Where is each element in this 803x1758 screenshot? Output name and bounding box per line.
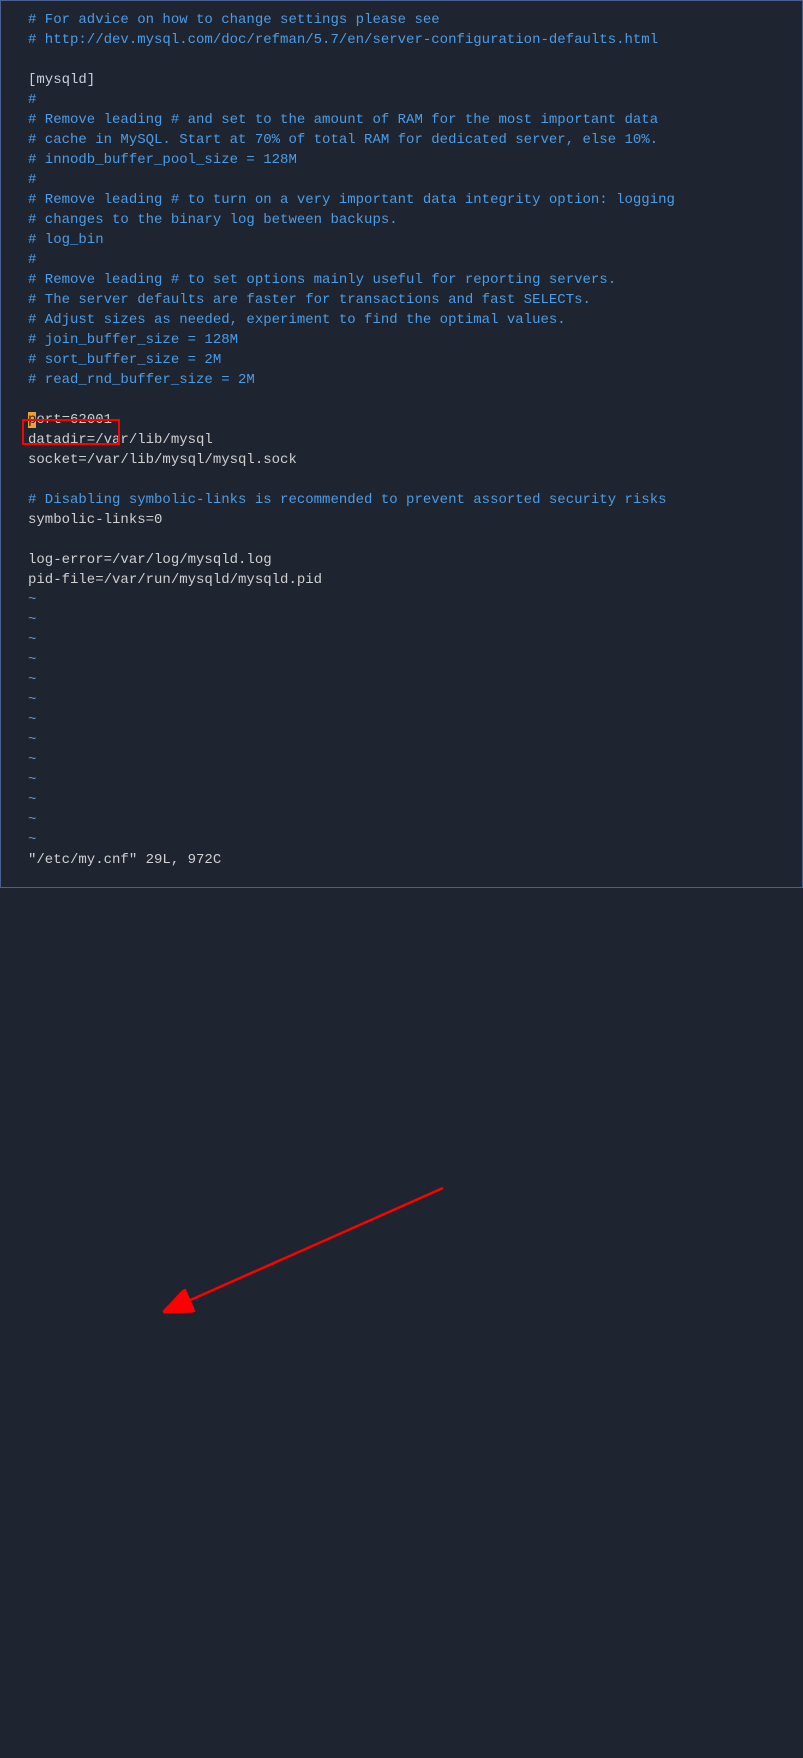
vim-tilde: ~	[28, 812, 36, 828]
vim-tilde: ~	[28, 592, 36, 608]
editor-line[interactable]	[28, 390, 803, 410]
editor-line[interactable]: ~	[28, 730, 803, 750]
editor-line[interactable]: ~	[28, 750, 803, 770]
editor-line[interactable]: pid-file=/var/run/mysqld/mysqld.pid	[28, 570, 803, 590]
editor-viewport[interactable]: # For advice on how to change settings p…	[28, 10, 803, 870]
editor-text: [mysqld]	[28, 72, 95, 88]
vim-tilde: ~	[28, 612, 36, 628]
editor-line[interactable]: ~	[28, 630, 803, 650]
editor-line[interactable]: ~	[28, 690, 803, 710]
editor-line[interactable]: symbolic-links=0	[28, 510, 803, 530]
vim-tilde: ~	[28, 712, 36, 728]
editor-line[interactable]: #	[28, 90, 803, 110]
editor-text: ort=62001	[36, 412, 112, 428]
editor-line[interactable]: # The server defaults are faster for tra…	[28, 290, 803, 310]
vim-tilde: ~	[28, 632, 36, 648]
editor-line[interactable]: # sort_buffer_size = 2M	[28, 350, 803, 370]
editor-line[interactable]: ~	[28, 590, 803, 610]
vim-tilde: ~	[28, 832, 36, 848]
editor-text: # Remove leading # and set to the amount…	[28, 112, 658, 128]
editor-line[interactable]	[28, 470, 803, 490]
vim-tilde: ~	[28, 672, 36, 688]
editor-line[interactable]: # innodb_buffer_pool_size = 128M	[28, 150, 803, 170]
editor-line[interactable]: #	[28, 170, 803, 190]
editor-line[interactable]: # join_buffer_size = 128M	[28, 330, 803, 350]
editor-text: #	[28, 172, 36, 188]
editor-line[interactable]: ~	[28, 830, 803, 850]
editor-line[interactable]: ~	[28, 810, 803, 830]
editor-text: # sort_buffer_size = 2M	[28, 352, 221, 368]
editor-text: # The server defaults are faster for tra…	[28, 292, 591, 308]
editor-line[interactable]: ~	[28, 790, 803, 810]
annotation-arrow	[28, 870, 803, 1758]
editor-text: # innodb_buffer_pool_size = 128M	[28, 152, 297, 168]
vim-tilde: ~	[28, 692, 36, 708]
vim-tilde: ~	[28, 652, 36, 668]
vim-tilde: ~	[28, 752, 36, 768]
editor-line[interactable]: # Remove leading # and set to the amount…	[28, 110, 803, 130]
vim-tilde: ~	[28, 732, 36, 748]
editor-line[interactable]: # read_rnd_buffer_size = 2M	[28, 370, 803, 390]
editor-text: #	[28, 92, 36, 108]
vim-tilde: ~	[28, 772, 36, 788]
editor-line[interactable]: ~	[28, 770, 803, 790]
editor-line[interactable]: ~	[28, 650, 803, 670]
editor-text: # Remove leading # to set options mainly…	[28, 272, 616, 288]
editor-line[interactable]: #	[28, 250, 803, 270]
editor-line[interactable]: # cache in MySQL. Start at 70% of total …	[28, 130, 803, 150]
vim-status-line: "/etc/my.cnf" 29L, 972C	[28, 850, 803, 870]
editor-line[interactable]: # Adjust sizes as needed, experiment to …	[28, 310, 803, 330]
editor-line[interactable]	[28, 530, 803, 550]
editor-line[interactable]: # changes to the binary log between back…	[28, 210, 803, 230]
editor-text: # read_rnd_buffer_size = 2M	[28, 372, 255, 388]
editor-line[interactable]: # Disabling symbolic-links is recommende…	[28, 490, 803, 510]
editor-line[interactable]	[28, 50, 803, 70]
editor-text: # join_buffer_size = 128M	[28, 332, 238, 348]
editor-line[interactable]: # log_bin	[28, 230, 803, 250]
editor-text: symbolic-links=0	[28, 512, 162, 528]
editor-line[interactable]: [mysqld]	[28, 70, 803, 90]
editor-line[interactable]: # Remove leading # to turn on a very imp…	[28, 190, 803, 210]
editor-text: # cache in MySQL. Start at 70% of total …	[28, 132, 658, 148]
editor-text: pid-file=/var/run/mysqld/mysqld.pid	[28, 572, 322, 588]
editor-text: # Disabling symbolic-links is recommende…	[28, 492, 667, 508]
editor-line[interactable]: log-error=/var/log/mysqld.log	[28, 550, 803, 570]
vim-tilde: ~	[28, 792, 36, 808]
editor-text: # Adjust sizes as needed, experiment to …	[28, 312, 566, 328]
editor-line[interactable]: port=62001	[28, 410, 803, 430]
editor-text: datadir=/var/lib/mysql	[28, 432, 213, 448]
editor-text: log-error=/var/log/mysqld.log	[28, 552, 272, 568]
editor-text: # http://dev.mysql.com/doc/refman/5.7/en…	[28, 32, 658, 48]
editor-text: # For advice on how to change settings p…	[28, 12, 440, 28]
editor-text: socket=/var/lib/mysql/mysql.sock	[28, 452, 297, 468]
editor-line[interactable]: socket=/var/lib/mysql/mysql.sock	[28, 450, 803, 470]
editor-text: # changes to the binary log between back…	[28, 212, 398, 228]
editor-line[interactable]: # http://dev.mysql.com/doc/refman/5.7/en…	[28, 30, 803, 50]
editor-line[interactable]: ~	[28, 670, 803, 690]
editor-line[interactable]: ~	[28, 710, 803, 730]
editor-text: # Remove leading # to turn on a very imp…	[28, 192, 675, 208]
editor-text: #	[28, 252, 36, 268]
editor-line[interactable]: datadir=/var/lib/mysql	[28, 430, 803, 450]
editor-line[interactable]: # Remove leading # to set options mainly…	[28, 270, 803, 290]
editor-line[interactable]: ~	[28, 610, 803, 630]
editor-line[interactable]: # For advice on how to change settings p…	[28, 10, 803, 30]
editor-text: # log_bin	[28, 232, 104, 248]
